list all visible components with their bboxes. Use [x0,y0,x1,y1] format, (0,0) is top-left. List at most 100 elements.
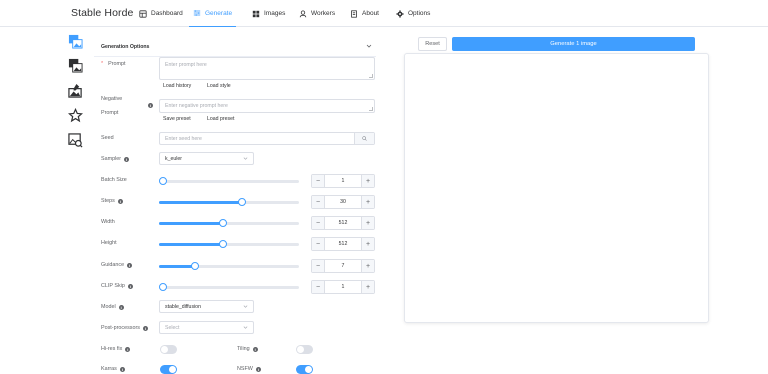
nav-images-label: Images [264,10,286,17]
reset-button[interactable]: Reset [418,37,447,51]
seed-input[interactable]: Enter seed here [159,132,375,145]
slider-thumb[interactable] [159,177,167,185]
stepper-value[interactable]: 7 [325,263,361,269]
number-stepper[interactable]: −1 + [311,174,375,188]
decrement-button[interactable]: − [312,260,325,272]
generate-button[interactable]: Generate 1 image [452,37,695,51]
number-stepper[interactable]: −512 + [311,216,375,230]
number-stepper[interactable]: −1 + [311,280,375,294]
hires-fix-toggle[interactable] [160,345,177,354]
negative-prompt-label-line2: Prompt [101,110,119,116]
increment-button[interactable]: + [361,175,374,187]
document-icon [351,9,357,18]
slider-thumb[interactable] [219,240,228,248]
info-icon[interactable]: i [125,346,131,352]
increment-button[interactable]: + [361,281,374,293]
stepper-value[interactable]: 30 [325,199,361,205]
slider-track[interactable] [159,286,299,289]
model-select[interactable]: stable_diffusion [159,300,254,313]
slider-thumb[interactable] [191,262,200,270]
img2img-icon[interactable] [68,58,83,73]
info-icon[interactable]: i [127,262,133,268]
stepper-value[interactable]: 1 [325,284,361,290]
slider[interactable] [159,197,299,207]
nav-about[interactable]: About [350,0,379,27]
rating-icon[interactable] [68,108,83,123]
resize-handle[interactable] [369,107,373,111]
hires-fix-label: Hi-res fix i [101,346,131,352]
nav-options-label: Options [408,10,431,17]
decrement-button[interactable]: − [312,217,325,229]
load-style-link[interactable]: Load style [207,83,231,89]
decrement-button[interactable]: − [312,196,325,208]
nav-dashboard[interactable]: Dashboard [139,0,183,27]
decrement-button[interactable]: − [312,175,325,187]
slider-thumb[interactable] [219,219,228,227]
seed-search-button[interactable] [354,133,374,144]
slider-fill [159,222,224,225]
slider[interactable] [159,176,299,186]
number-stepper[interactable]: −512 + [311,237,375,251]
nav-workers[interactable]: Workers [299,0,335,27]
slider-fill [159,201,242,204]
slider-thumb[interactable] [237,198,246,206]
text2img-icon[interactable] [68,34,83,49]
sampler-value: k_euler [165,156,183,162]
info-icon[interactable]: i [148,103,153,108]
load-preset-link[interactable]: Load preset [207,116,234,122]
generation-options-header[interactable]: Generation Options [94,37,376,57]
info-icon[interactable]: i [142,325,148,331]
sliders-icon [193,10,201,16]
slider-track[interactable] [159,180,299,183]
post-processors-select[interactable]: Select [159,321,254,334]
slider-label: Steps i [101,198,123,204]
slider[interactable] [159,218,299,228]
images-grid-icon [252,10,260,17]
save-preset-link[interactable]: Save preset [163,116,191,122]
slider[interactable] [159,282,299,292]
increment-button[interactable]: + [361,196,374,208]
tiling-toggle[interactable] [296,345,313,354]
nsfw-toggle[interactable] [296,365,313,374]
info-icon[interactable]: i [252,346,258,352]
sampler-label: Sampler i [101,156,130,162]
inpainting-icon[interactable] [68,83,83,98]
negative-prompt-textarea[interactable]: Enter negative prompt here [159,99,375,113]
nsfw-label: NSFW i [237,366,261,372]
nav-options[interactable]: Options [396,0,430,27]
nav-generate-label: Generate [205,9,233,17]
info-icon[interactable]: i [124,156,130,162]
slider-label: Height [101,240,117,246]
increment-button[interactable]: + [361,260,374,272]
number-stepper[interactable]: −7 + [311,259,375,273]
nav-dashboard-label: Dashboard [151,10,183,17]
increment-button[interactable]: + [361,217,374,229]
decrement-button[interactable]: − [312,281,325,293]
load-history-link[interactable]: Load history [163,83,191,89]
chevron-down-icon [366,44,372,48]
decrement-button[interactable]: − [312,238,325,250]
prompt-textarea[interactable]: Enter prompt here [159,57,375,80]
slider[interactable] [159,239,299,249]
stepper-value[interactable]: 1 [325,178,361,184]
top-navbar: Stable Horde Dashboard Generate Images W… [0,0,768,27]
nav-about-label: About [362,10,379,17]
slider-thumb[interactable] [159,283,167,291]
karras-toggle[interactable] [160,365,177,374]
app-title[interactable]: Stable Horde [71,7,134,19]
info-icon[interactable]: i [117,198,123,204]
interrogation-icon[interactable] [68,133,83,148]
info-icon[interactable]: i [118,304,124,310]
resize-handle[interactable] [369,74,373,78]
stepper-value[interactable]: 512 [325,220,361,226]
seed-placeholder: Enter seed here [165,136,202,142]
info-icon[interactable]: i [127,283,133,289]
number-stepper[interactable]: −30 + [311,195,375,209]
nav-generate[interactable]: Generate [189,0,237,27]
section-title: Generation Options [101,44,150,50]
sampler-select[interactable]: k_euler [159,152,254,165]
stepper-value[interactable]: 512 [325,241,361,247]
slider[interactable] [159,261,299,271]
increment-button[interactable]: + [361,238,374,250]
nav-images[interactable]: Images [252,0,285,27]
